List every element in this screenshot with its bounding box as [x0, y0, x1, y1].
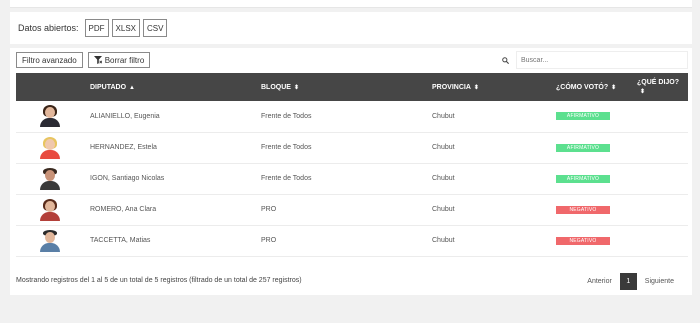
sort-icon: ⬍ — [640, 88, 646, 95]
top-panel-strip — [10, 0, 692, 8]
previous-page-link[interactable]: Anterior — [579, 278, 620, 285]
pdf-download-button[interactable]: PDF — [84, 19, 109, 37]
pagination: Anterior 1 Siguiente — [579, 273, 682, 290]
search-icon — [498, 56, 512, 64]
current-page-button[interactable]: 1 — [619, 273, 637, 290]
csv-download-button[interactable]: CSV — [143, 19, 168, 37]
provincia-cell: Chubut — [432, 206, 455, 213]
table-info-text: Mostrando registros del 1 al 5 de un tot… — [16, 277, 302, 284]
results-panel: Filtro avanzado Borrar filtro DIPUTADO▲ … — [10, 48, 692, 295]
bloque-cell: Frente de Todos — [261, 175, 312, 182]
diputado-cell[interactable]: HERNANDEZ, Estela — [90, 132, 261, 163]
provincia-cell: Chubut — [432, 144, 455, 151]
filter-clear-icon — [93, 56, 102, 64]
vote-badge: NEGATIVO — [556, 236, 610, 245]
dijo-header-label: ¿QUÉ DIJO? — [637, 78, 680, 86]
sort-icon: ⬍ — [293, 84, 299, 91]
table-header-row: DIPUTADO ▲ BLOQUE ⬍ PROVINCIA ⬍ ¿CÓMO VOTÓ?… — [16, 73, 688, 101]
bloque-column-header[interactable]: BLOQUE ⬍ — [261, 73, 432, 101]
table-row[interactable]: HERNANDEZ, Estela Frente de Todos Chubut… — [16, 132, 688, 163]
dijo-cell — [637, 163, 688, 194]
voto-header-label: ¿CÓMO VOTÓ? — [556, 83, 609, 91]
vote-badge: NEGATIVO — [556, 205, 610, 214]
bloque-header-label: BLOQUE — [261, 83, 291, 91]
table-row[interactable]: IGON, Santiago Nicolas Frente de Todos C… — [16, 163, 688, 194]
open-data-label: Datos abiertos: — [18, 23, 79, 33]
provincia-column-header[interactable]: PROVINCIA ⬍ — [432, 73, 556, 101]
diputado-cell[interactable]: ROMERO, Ana Clara — [90, 194, 261, 225]
table-row[interactable]: ALIANIELLO, Eugenia Frente de Todos Chub… — [16, 101, 688, 132]
bloque-cell: Frente de Todos — [261, 144, 312, 151]
xlsx-download-button[interactable]: XLSX — [111, 19, 140, 37]
vote-badge: AFIRMATIVO — [556, 112, 610, 121]
avatar — [39, 105, 61, 128]
voto-column-header[interactable]: ¿CÓMO VOTÓ? ⬍ — [556, 73, 637, 101]
dijo-cell — [637, 225, 688, 256]
table-row[interactable]: ROMERO, Ana Clara PRO Chubut NEGATIVO — [16, 194, 688, 225]
dijo-cell — [637, 132, 688, 163]
open-data-bar: Datos abiertos: PDF XLSX CSV — [10, 12, 692, 44]
diputado-header-label: DIPUTADO — [90, 83, 127, 91]
vote-badge: AFIRMATIVO — [556, 174, 610, 183]
bloque-cell: PRO — [261, 237, 277, 244]
diputado-cell[interactable]: TACCETTA, Matias — [90, 225, 261, 256]
diputado-cell[interactable]: ALIANIELLO, Eugenia — [90, 101, 261, 132]
diputado-cell[interactable]: IGON, Santiago Nicolas — [90, 163, 261, 194]
bloque-cell: PRO — [261, 206, 277, 213]
votes-table: DIPUTADO ▲ BLOQUE ⬍ PROVINCIA ⬍ ¿CÓMO VOTÓ?… — [16, 73, 688, 257]
provincia-cell: Chubut — [432, 112, 455, 120]
avatar — [39, 136, 61, 159]
vote-badge: AFIRMATIVO — [556, 143, 610, 152]
clear-filter-button[interactable]: Borrar filtro — [87, 52, 151, 68]
sort-icon: ⬍ — [611, 84, 617, 91]
avatar — [39, 167, 61, 190]
advanced-filter-button[interactable]: Filtro avanzado — [16, 52, 83, 68]
provincia-cell: Chubut — [432, 237, 455, 244]
sort-icon: ⬍ — [473, 84, 479, 91]
dijo-cell — [637, 194, 688, 225]
avatar — [39, 229, 61, 252]
next-page-link[interactable]: Siguiente — [637, 278, 682, 285]
avatar — [39, 198, 61, 221]
sort-asc-icon: ▲ — [129, 84, 135, 91]
bloque-cell: Frente de Todos — [261, 112, 312, 120]
diputado-column-header[interactable]: DIPUTADO ▲ — [90, 73, 261, 101]
table-row[interactable]: TACCETTA, Matias PRO Chubut NEGATIVO — [16, 225, 688, 256]
clear-filter-label: Borrar filtro — [104, 55, 145, 65]
dijo-cell — [637, 101, 688, 132]
search-input[interactable] — [516, 51, 688, 69]
filter-toolbar: Filtro avanzado Borrar filtro — [16, 52, 151, 68]
provincia-header-label: PROVINCIA — [432, 83, 471, 91]
dijo-column-header[interactable]: ¿QUÉ DIJO? ⬍ — [637, 73, 688, 101]
photo-column-header — [16, 73, 90, 101]
provincia-cell: Chubut — [432, 175, 455, 182]
search-box — [498, 51, 688, 69]
